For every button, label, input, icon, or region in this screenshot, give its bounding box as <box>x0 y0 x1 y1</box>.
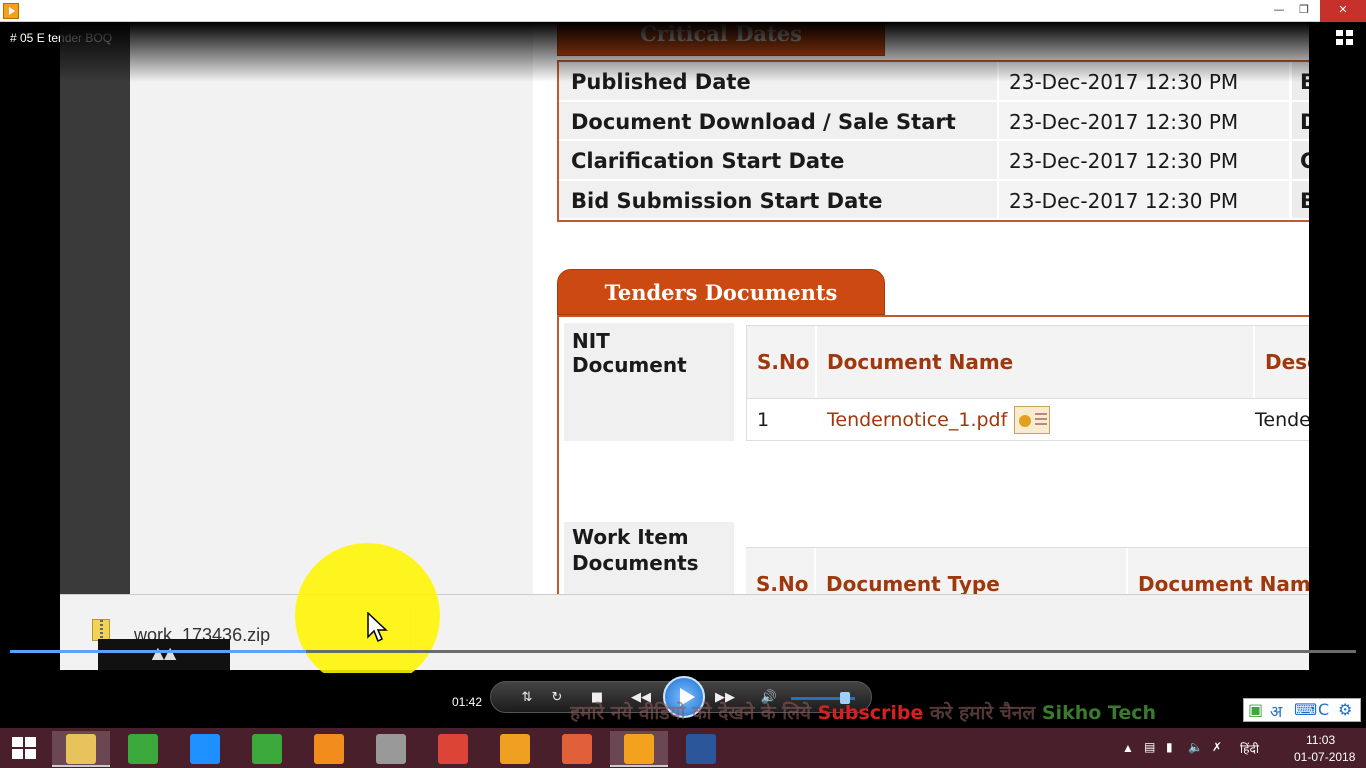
speaker-icon[interactable]: 🔈 <box>1188 740 1203 754</box>
ticker-prefix: हमारे नये वीडियो को देखने के लिये <box>570 702 818 724</box>
restore-button[interactable]: ❐ <box>1290 0 1318 22</box>
table-header: S.No Document Name Desc <box>747 326 1309 398</box>
video-frame: Critical Dates Published Date 23-Dec-201… <box>60 22 1309 670</box>
minimize-button[interactable]: — <box>1265 0 1293 22</box>
system-tray: ▲ ▤ ▮ 🔈 ✗ हिंदी 11:03 01-07-2018 <box>1116 728 1366 768</box>
tenders-documents-panel: NIT Document S.No Document Name Desc 1 T… <box>557 315 1309 619</box>
player-controls: 01:42 ⇅ ↻ ■ ◀◀ ▶▶ 🔊 हमारे नये वीडियो को … <box>0 673 1366 728</box>
ticker-brand: Sikho Tech <box>1041 702 1157 724</box>
date-label: Bid Submission Start Date <box>559 180 997 218</box>
date-value: 23-Dec-2017 12:30 PM <box>999 180 1289 218</box>
row-sno: 1 <box>757 409 770 431</box>
close-button[interactable]: ✕ <box>1320 0 1366 22</box>
store-icon <box>252 734 282 764</box>
window-title-bar: — ❐ ✕ <box>0 0 1366 22</box>
taskbar-app-store[interactable] <box>238 731 296 767</box>
ime-latin-char[interactable]: C <box>1318 700 1329 719</box>
zip-file-icon[interactable] <box>92 619 110 641</box>
tenders-documents-title: Tenders Documents <box>604 280 838 305</box>
date-label: Document Download / Sale Start Date <box>559 101 997 174</box>
windows-taskbar: ▲ ▤ ▮ 🔈 ✗ हिंदी 11:03 01-07-2018 <box>0 728 1366 768</box>
date-label: Published Date <box>559 62 997 100</box>
date-value: 23-Dec-2017 12:30 PM <box>999 141 1289 179</box>
taskbar-app-camtasia[interactable] <box>114 731 172 767</box>
current-time: 01:42 <box>452 695 483 709</box>
ticker-subscribe: Subscribe <box>817 702 924 724</box>
date-extra: B <box>1292 62 1309 100</box>
taskbar-app-word[interactable] <box>672 731 730 767</box>
date-extra: C <box>1292 141 1309 179</box>
critical-dates-tab: Critical Dates <box>557 22 885 56</box>
vlc-icon <box>314 734 344 764</box>
row-description: Tende <box>1255 409 1309 431</box>
taskbar-app-file-explorer[interactable] <box>52 731 110 767</box>
critical-dates-title: Critical Dates <box>640 22 802 46</box>
keyboard-icon[interactable]: ⌨ <box>1294 700 1317 719</box>
taskbar-app-vlc[interactable] <box>300 731 358 767</box>
frame-gray-panel <box>130 22 533 594</box>
seek-progress <box>10 650 307 653</box>
chrome-icon <box>438 734 468 764</box>
date-extra: D <box>1292 101 1309 139</box>
document-link[interactable]: Tendernotice_1.pdf <box>817 399 1017 440</box>
repeat-icon[interactable]: ↻ <box>545 686 569 710</box>
taskbar-app-internet-explorer[interactable] <box>176 731 234 767</box>
clock-date[interactable]: 01-07-2018 <box>1294 750 1355 764</box>
document-link-text[interactable]: Tendernotice_1.pdf <box>827 409 1007 431</box>
date-value: 23-Dec-2017 12:30 PM <box>999 62 1289 100</box>
audio-icon <box>500 734 530 764</box>
table-row: Document Download / Sale Start Date 23-D… <box>559 101 1309 174</box>
video-area[interactable]: Critical Dates Published Date 23-Dec-201… <box>0 22 1366 670</box>
mouse-cursor-icon <box>367 612 388 643</box>
media-player-icon <box>624 734 654 764</box>
download-bar: work_173436.zip ⌃ ▲▲ <box>60 594 1309 670</box>
taskbar-app-recorder[interactable] <box>548 731 606 767</box>
taskbar-app-network-tool[interactable] <box>362 731 420 767</box>
ime-toolbar[interactable]: ▣ अ ⌨ C ⚙ <box>1243 698 1361 722</box>
network-icon[interactable]: ▤ <box>1144 740 1155 754</box>
frame-left-panel <box>60 22 130 594</box>
network-tool-icon <box>376 734 406 764</box>
date-extra: B <box>1292 180 1309 218</box>
nit-document-table: S.No Document Name Desc 1 Tendernotice_1… <box>746 325 1309 441</box>
taskbar-app-chrome[interactable] <box>424 731 482 767</box>
settings-gear-icon[interactable]: ⚙ <box>1338 700 1352 719</box>
word-icon <box>686 734 716 764</box>
battery-icon[interactable]: ▮ <box>1166 740 1173 754</box>
date-value: 23-Dec-2017 12:30 PM <box>999 101 1289 139</box>
subscribe-ticker: हमारे नये वीडियो को देखने के लिये Subscr… <box>570 699 1250 725</box>
language-indicator[interactable]: हिंदी <box>1240 740 1259 757</box>
ime-logo-icon[interactable]: ▣ <box>1248 700 1263 719</box>
unfold-icon: ▲▲ <box>98 639 230 670</box>
show-hidden-icons[interactable]: ▲ <box>1122 741 1134 755</box>
table-row: Clarification Start Date 23-Dec-2017 12:… <box>559 141 1309 181</box>
video-title: # 05 E tender BOQ <box>10 31 113 45</box>
camtasia-icon <box>128 734 158 764</box>
shuffle-icon[interactable]: ⇅ <box>515 686 539 710</box>
tenders-documents-tab: Tenders Documents <box>557 269 885 315</box>
taskbar-app-media-player[interactable] <box>610 731 668 767</box>
seek-bar[interactable] <box>10 650 1356 653</box>
table-row: Bid Submission Start Date 23-Dec-2017 12… <box>559 180 1309 220</box>
windows-start-icon[interactable] <box>12 737 38 761</box>
connection-icon[interactable]: ✗ <box>1212 740 1222 754</box>
file-explorer-icon <box>66 734 96 764</box>
column-header: S.No <box>747 326 817 398</box>
table-row: Published Date 23-Dec-2017 12:30 PM B <box>559 62 1309 102</box>
ticker-middle: करे हमारे चैनल <box>923 702 1042 724</box>
digital-certificate-icon[interactable] <box>1014 406 1050 434</box>
column-header: Document Name <box>817 326 1255 398</box>
critical-dates-table: Published Date 23-Dec-2017 12:30 PM B Do… <box>557 60 1309 222</box>
date-label: Clarification Start Date <box>559 141 997 179</box>
nit-document-label: NIT Document <box>564 323 734 441</box>
recorder-icon <box>562 734 592 764</box>
fullscreen-icon[interactable] <box>1336 30 1354 46</box>
ime-script-char[interactable]: अ <box>1270 700 1282 722</box>
clock-time[interactable]: 11:03 <box>1306 733 1335 747</box>
table-row: 1 Tendernotice_1.pdf Tende <box>747 398 1309 440</box>
column-header: Desc <box>1255 326 1309 398</box>
media-player-app-icon[interactable] <box>3 3 19 19</box>
taskbar-app-audio[interactable] <box>486 731 544 767</box>
internet-explorer-icon <box>190 734 220 764</box>
